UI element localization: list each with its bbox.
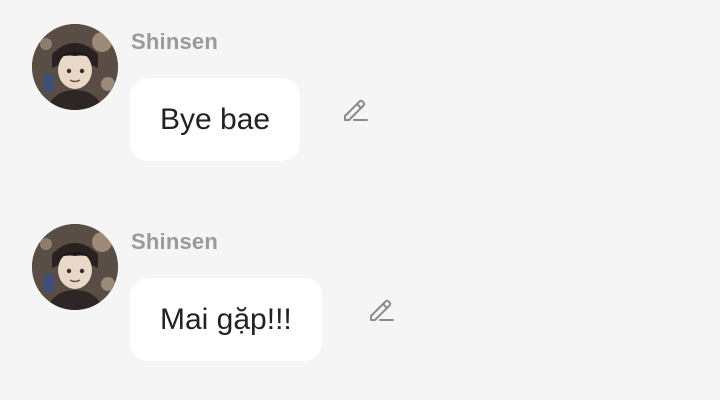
- avatar-image: [32, 24, 118, 110]
- avatar[interactable]: [32, 24, 118, 110]
- message-text: Bye bae: [160, 102, 271, 136]
- pencil-edit-icon[interactable]: [340, 94, 370, 124]
- message-text: Mai gặp!!!: [160, 302, 292, 336]
- avatar[interactable]: [32, 224, 118, 310]
- message-bubble[interactable]: Bye bae: [130, 78, 301, 161]
- sender-name: Shinsen: [131, 29, 218, 54]
- pencil-edit-icon[interactable]: [366, 294, 396, 324]
- message-group: Shinsen Mai gặp!!!: [0, 200, 720, 370]
- sender-name: Shinsen: [131, 229, 218, 254]
- message-bubble[interactable]: Mai gặp!!!: [130, 278, 322, 361]
- message-group: Shinsen Bye bae: [0, 0, 720, 170]
- avatar-image: [32, 224, 118, 310]
